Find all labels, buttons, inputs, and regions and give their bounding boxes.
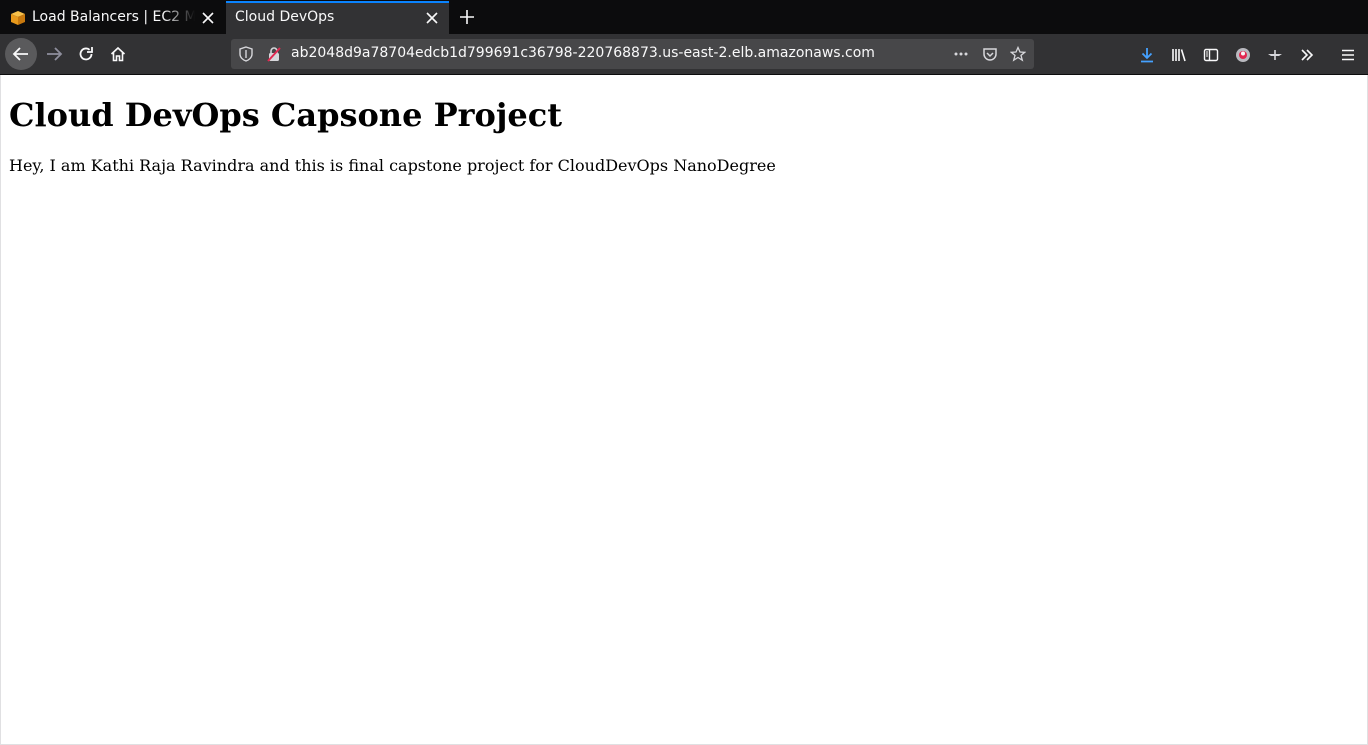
library-icon [1171, 47, 1187, 63]
account-icon [1235, 47, 1251, 63]
overflow-menu-button[interactable] [1298, 46, 1316, 64]
tab-title: Cloud DevOps [235, 9, 335, 25]
tab-load-balancers[interactable]: Load Balancers | EC2 Management Console [0, 1, 225, 34]
plus-icon [459, 9, 475, 25]
tab-title: Load Balancers | EC2 Management Console [32, 9, 195, 25]
navigation-toolbar: ab2048d9a78704edcb1d799691c36798-2207688… [0, 34, 1368, 75]
download-icon [1139, 47, 1155, 63]
downloads-button[interactable] [1138, 46, 1156, 64]
reload-button[interactable] [70, 38, 102, 70]
page-paragraph: Hey, I am Kathi Raja Ravindra and this i… [9, 156, 776, 175]
close-tab-icon[interactable] [424, 10, 440, 26]
sidebar-icon [1203, 47, 1219, 63]
overflow-chevron-icon [1299, 47, 1315, 63]
hamburger-menu-icon [1340, 47, 1356, 63]
forward-icon [45, 45, 63, 63]
tab-strip: Load Balancers | EC2 Management Console … [0, 0, 1368, 34]
home-icon [110, 46, 126, 62]
open-menu-button[interactable] [1339, 46, 1357, 64]
new-tab-button[interactable] [456, 6, 478, 28]
sidebar-button[interactable] [1202, 46, 1220, 64]
address-bar[interactable]: ab2048d9a78704edcb1d799691c36798-2207688… [231, 39, 1034, 69]
url-text[interactable]: ab2048d9a78704edcb1d799691c36798-2207688… [291, 45, 875, 61]
insecure-connection-lock-icon[interactable] [266, 46, 282, 62]
library-button[interactable] [1170, 46, 1188, 64]
account-button[interactable] [1234, 46, 1252, 64]
back-icon [12, 45, 30, 63]
close-tab-icon[interactable] [200, 10, 216, 26]
home-button[interactable] [102, 38, 134, 70]
pocket-icon[interactable] [982, 46, 998, 62]
extension-button[interactable] [1266, 46, 1284, 64]
tab-cloud-devops[interactable]: Cloud DevOps [226, 1, 449, 34]
reload-icon [78, 46, 94, 62]
back-button[interactable] [5, 38, 37, 70]
tracking-protection-shield-icon[interactable] [238, 46, 254, 62]
page-actions-icon[interactable] [953, 46, 969, 62]
forward-button[interactable] [38, 38, 70, 70]
page-heading: Cloud DevOps Capsone Project [9, 96, 563, 134]
star-icon[interactable] [1010, 46, 1026, 62]
page-content: Cloud DevOps Capsone Project Hey, I am K… [0, 75, 1368, 745]
aws-cube-icon [10, 10, 26, 26]
browser-window: Load Balancers | EC2 Management Console … [0, 0, 1368, 745]
extension-icon [1267, 47, 1283, 63]
